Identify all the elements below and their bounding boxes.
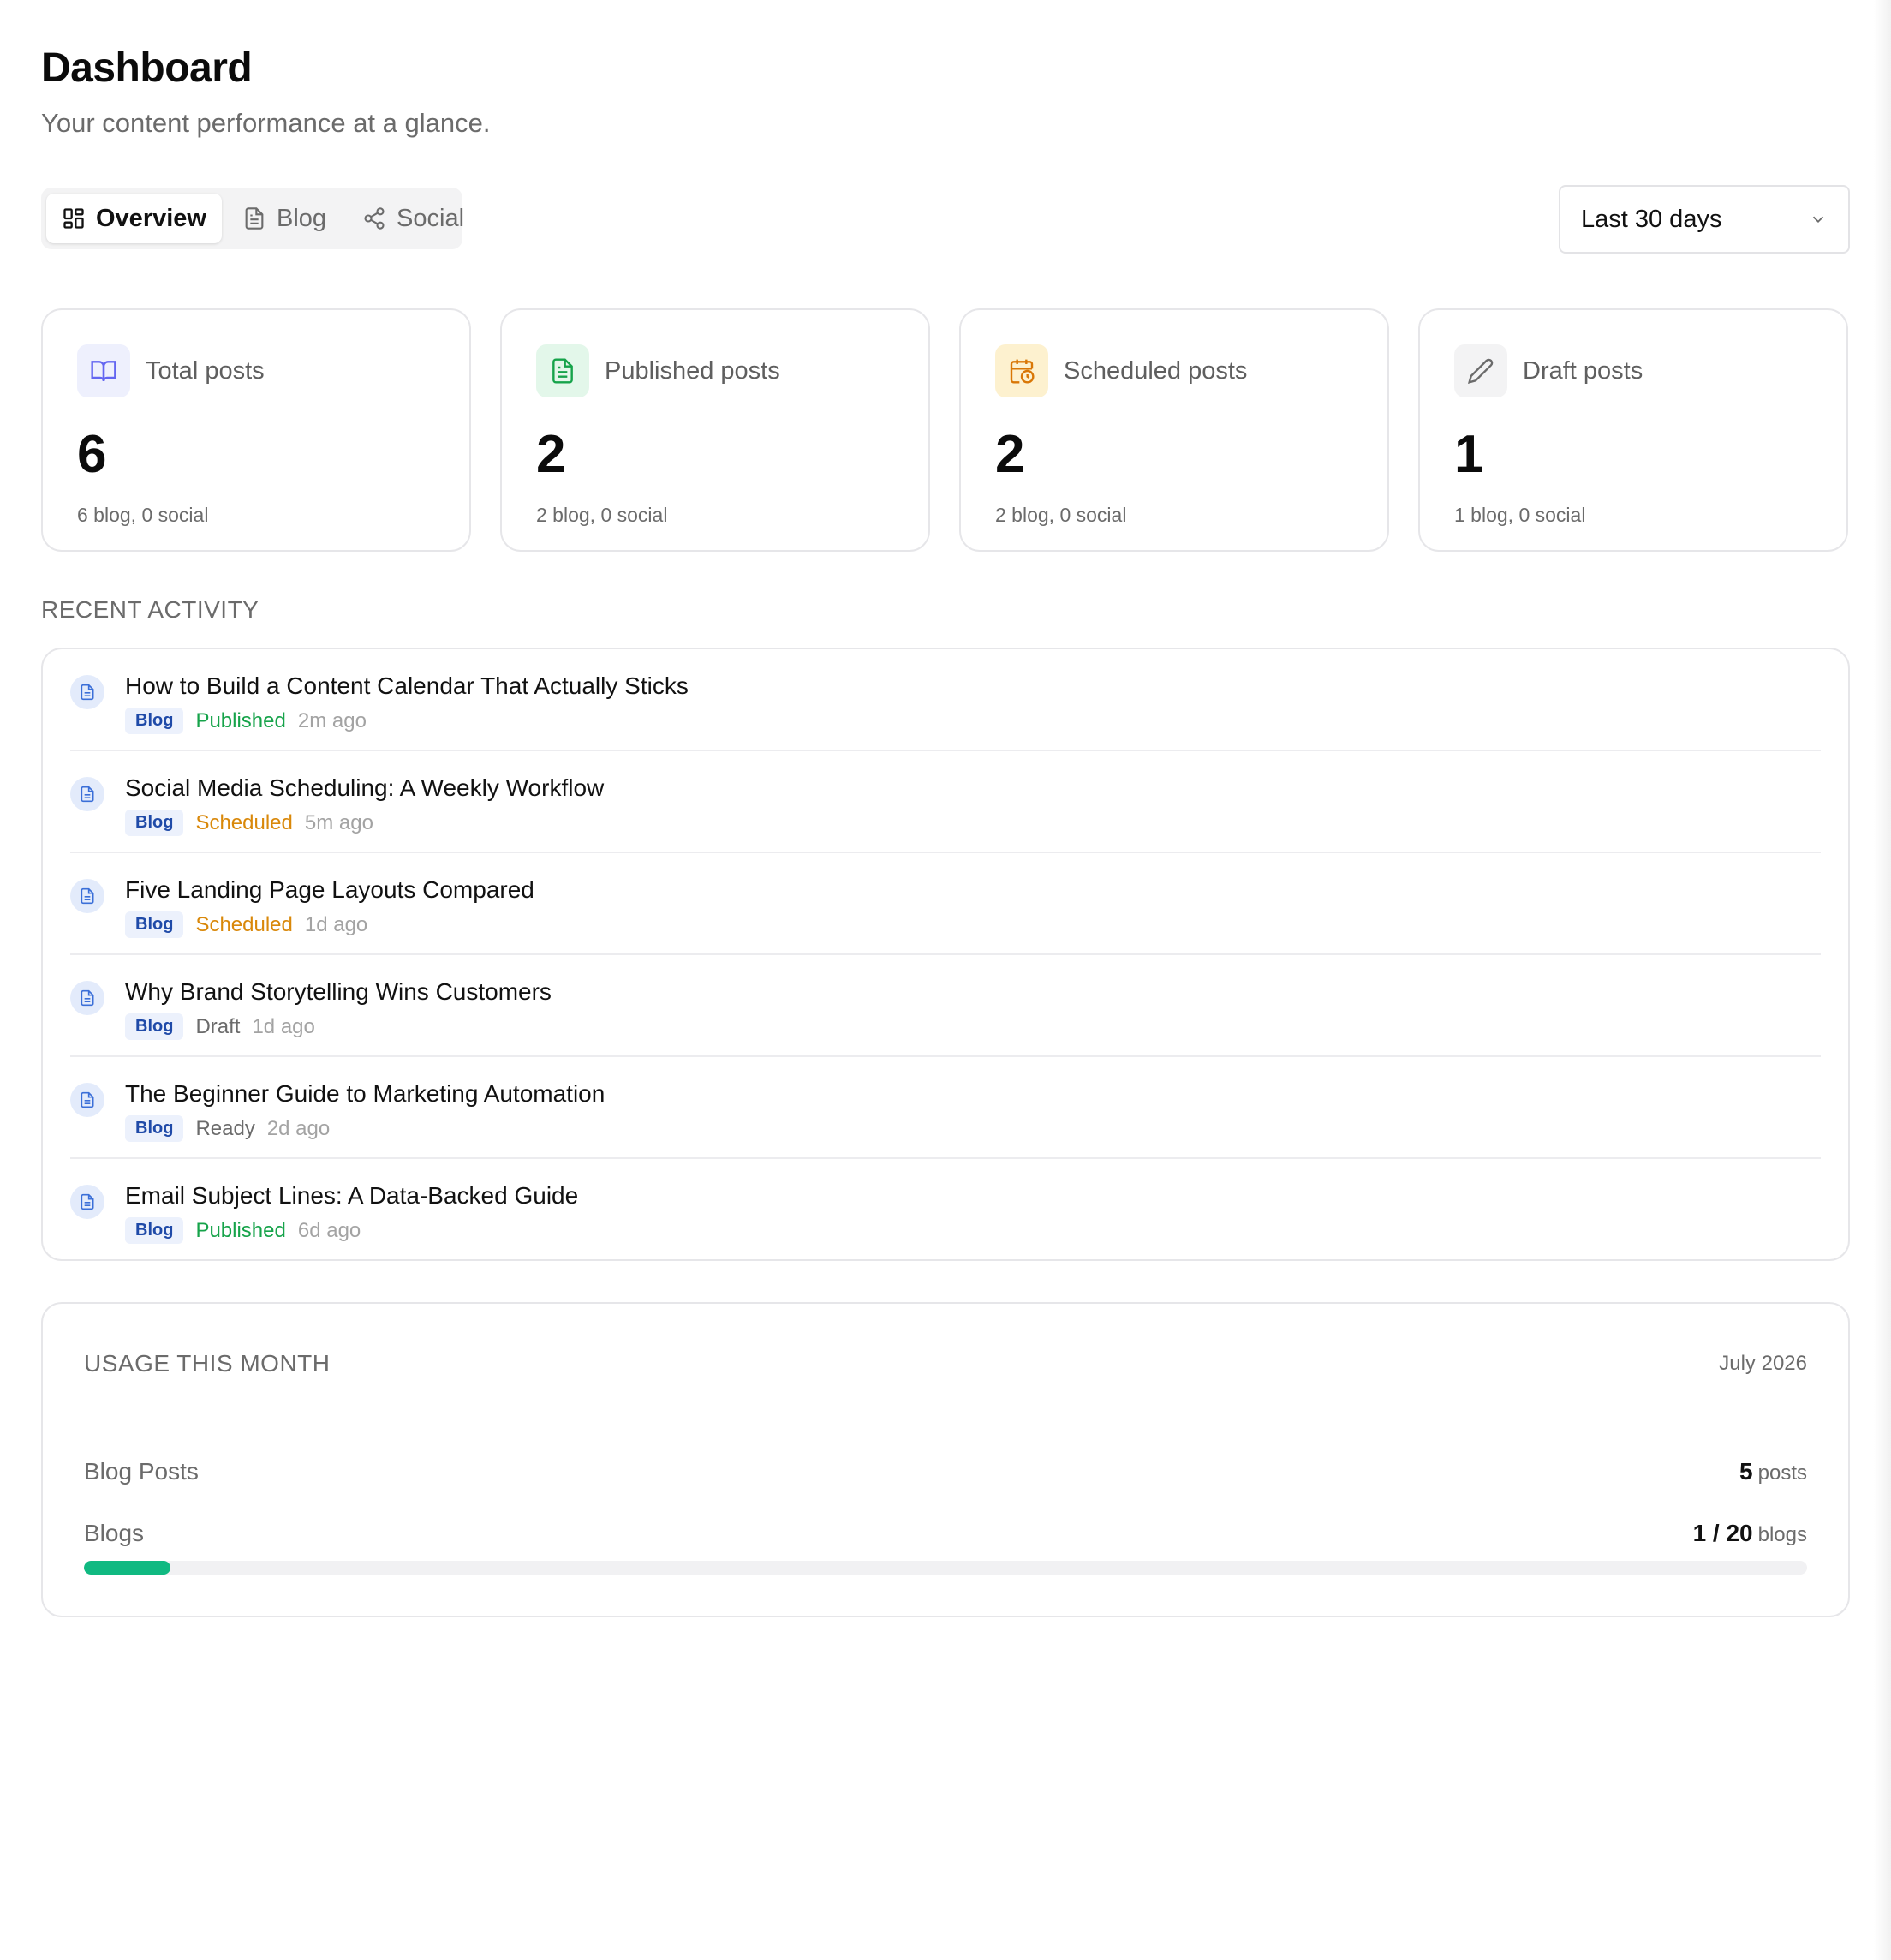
usage-value: 5 — [1739, 1458, 1753, 1485]
card-icon-wrap — [1454, 344, 1507, 397]
card-label: Total posts — [146, 356, 265, 385]
item-title: How to Build a Content Calendar That Act… — [125, 672, 689, 699]
card-value: 2 — [536, 425, 566, 484]
usage-label: Blogs — [84, 1520, 145, 1546]
usage-title: USAGE THIS MONTH — [84, 1350, 331, 1377]
status-text: Draft — [195, 1014, 241, 1038]
timestamp: 2m ago — [297, 708, 367, 732]
list-item[interactable]: Five Landing Page Layouts Compared Blog … — [70, 853, 1821, 955]
card-sub: 2 blog, 0 social — [995, 504, 1127, 526]
doc-icon — [70, 1185, 104, 1219]
item-title: Why Brand Storytelling Wins Customers — [125, 978, 552, 1005]
type-badge: Blog — [125, 1217, 184, 1244]
tab-blog[interactable]: Blog — [227, 194, 342, 243]
type-badge: Blog — [125, 1013, 184, 1040]
usage-unit: blogs — [1757, 1523, 1807, 1546]
usage-value: 1 / 20 — [1692, 1520, 1753, 1546]
status-text: Scheduled — [195, 912, 293, 936]
card-sub: 2 blog, 0 social — [536, 504, 668, 526]
list-item[interactable]: The Beginner Guide to Marketing Automati… — [70, 1057, 1821, 1159]
doc-icon — [70, 981, 104, 1015]
item-title: The Beginner Guide to Marketing Automati… — [125, 1080, 605, 1107]
card-scheduled-posts: Scheduled posts 2 2 blog, 0 social — [959, 308, 1389, 552]
tab-social[interactable]: Social — [347, 194, 480, 243]
card-sub: 6 blog, 0 social — [77, 504, 209, 526]
stat-cards: Total posts 6 6 blog, 0 social Published… — [41, 308, 1850, 552]
book-icon — [91, 361, 116, 382]
card-total-posts: Total posts 6 6 blog, 0 social — [41, 308, 471, 552]
share-icon — [364, 207, 385, 230]
recent-activity-heading: RECENT ACTIVITY — [41, 596, 259, 623]
status-text: Ready — [195, 1116, 255, 1140]
list-item[interactable]: Social Media Scheduling: A Weekly Workfl… — [70, 751, 1821, 853]
usage-row-blog-posts: Blog Posts 5 posts — [84, 1458, 1807, 1485]
type-badge: Blog — [125, 911, 184, 938]
doc-icon — [70, 777, 104, 811]
page-subtitle: Your content performance at a glance. — [41, 108, 491, 138]
chevron-down-icon — [1812, 216, 1824, 224]
card-draft-posts: Draft posts 1 1 blog, 0 social — [1418, 308, 1848, 552]
date-range-value: Last 30 days — [1581, 205, 1722, 233]
card-sub: 1 blog, 0 social — [1454, 504, 1586, 526]
timestamp: 6d ago — [297, 1218, 361, 1242]
card-value: 1 — [1454, 425, 1484, 484]
item-title: Social Media Scheduling: A Weekly Workfl… — [125, 774, 605, 801]
card-label: Published posts — [605, 356, 780, 385]
doc-icon — [70, 1083, 104, 1117]
usage-panel: USAGE THIS MONTH July 2026 Blog Posts 5p… — [41, 1302, 1850, 1617]
date-range-select[interactable]: Last 30 days — [1559, 185, 1850, 254]
doc-icon — [70, 675, 104, 709]
list-item[interactable]: Why Brand Storytelling Wins Customers Bl… — [70, 955, 1821, 1057]
usage-unit: posts — [1757, 1461, 1807, 1485]
blogs-progress-bar — [84, 1561, 1807, 1575]
status-text: Published — [195, 708, 286, 732]
tab-social-label: Social — [397, 204, 465, 232]
status-text: Published — [195, 1218, 286, 1242]
page-title: Dashboard — [41, 45, 253, 91]
card-label: Draft posts — [1523, 356, 1643, 385]
card-icon-wrap — [536, 344, 589, 397]
card-value: 6 — [77, 425, 107, 484]
list-item[interactable]: How to Build a Content Calendar That Act… — [70, 649, 1821, 751]
type-badge: Blog — [125, 810, 184, 836]
timestamp: 1d ago — [252, 1014, 315, 1038]
card-value: 2 — [995, 425, 1025, 484]
usage-row-blogs: Blogs 1 / 20 blogs — [84, 1520, 1807, 1547]
card-icon-wrap — [995, 344, 1048, 397]
timestamp: 2d ago — [266, 1116, 331, 1140]
grid-icon — [63, 208, 84, 229]
view-tabs: Overview Blog Social — [41, 188, 464, 249]
timestamp: 1d ago — [304, 912, 368, 936]
calendar-clock-icon — [1010, 359, 1035, 384]
tab-overview[interactable]: Overview — [46, 194, 222, 243]
card-label: Scheduled posts — [1064, 356, 1248, 385]
tab-blog-label: Blog — [276, 204, 327, 232]
timestamp: 5m ago — [304, 810, 373, 834]
tab-overview-label: Overview — [96, 204, 206, 232]
page-edge-shadow — [1874, 0, 1891, 1960]
usage-label: Blog Posts — [84, 1458, 199, 1485]
card-icon-wrap — [77, 344, 130, 397]
pencil-icon — [1467, 358, 1494, 385]
item-title: Five Landing Page Layouts Compared — [125, 876, 534, 903]
status-text: Scheduled — [195, 810, 293, 834]
type-badge: Blog — [125, 708, 184, 734]
doc-icon — [70, 879, 104, 913]
list-item[interactable]: Email Subject Lines: A Data-Backed Guide… — [70, 1159, 1821, 1261]
file-text-icon — [552, 358, 573, 384]
blogs-progress-fill — [84, 1561, 170, 1575]
recent-activity-list: How to Build a Content Calendar That Act… — [41, 648, 1850, 1261]
document-icon — [245, 207, 264, 230]
item-title: Email Subject Lines: A Data-Backed Guide — [125, 1182, 579, 1209]
type-badge: Blog — [125, 1115, 184, 1142]
usage-month: July 2026 — [1719, 1352, 1807, 1375]
card-published-posts: Published posts 2 2 blog, 0 social — [500, 308, 930, 552]
